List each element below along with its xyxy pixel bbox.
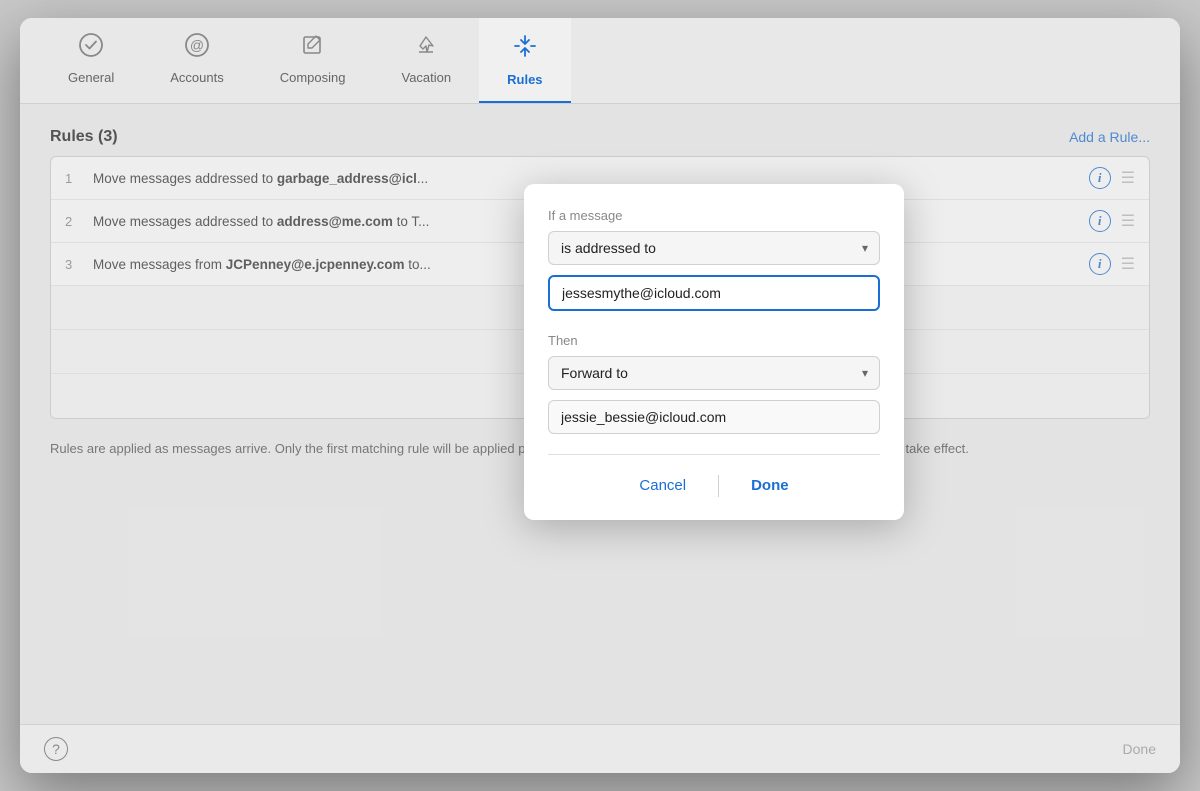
- bottom-bar: ? Done: [20, 724, 1180, 773]
- button-divider: [718, 475, 719, 497]
- cancel-button[interactable]: Cancel: [615, 471, 710, 500]
- accounts-icon: @: [184, 32, 210, 64]
- tab-vacation[interactable]: Vacation: [374, 18, 480, 103]
- action-select-wrapper: Forward to Move to Mark as Delete ▾: [548, 356, 880, 390]
- action-email-input[interactable]: [548, 400, 880, 434]
- tab-composing-label: Composing: [280, 70, 346, 85]
- vacation-icon: [413, 32, 439, 64]
- tab-rules-label: Rules: [507, 72, 542, 87]
- rule-editor-modal: If a message is addressed to is from is …: [524, 184, 904, 520]
- tab-accounts-label: Accounts: [170, 70, 223, 85]
- condition-select-wrapper: is addressed to is from is not from has …: [548, 231, 880, 265]
- tab-composing[interactable]: Composing: [252, 18, 374, 103]
- condition-email-input[interactable]: [548, 275, 880, 311]
- help-button[interactable]: ?: [44, 737, 68, 761]
- main-content: Rules (3) Add a Rule... 1 Move messages …: [20, 104, 1180, 724]
- then-label: Then: [548, 333, 880, 348]
- tab-accounts[interactable]: @ Accounts: [142, 18, 251, 103]
- done-button[interactable]: Done: [727, 471, 813, 500]
- tab-general-label: General: [68, 70, 114, 85]
- tab-vacation-label: Vacation: [402, 70, 452, 85]
- bottom-done-button[interactable]: Done: [1123, 741, 1156, 757]
- general-icon: [78, 32, 104, 64]
- settings-window: General @ Accounts Composing: [20, 18, 1180, 773]
- rules-icon: [511, 32, 539, 66]
- tab-general[interactable]: General: [40, 18, 142, 103]
- help-icon: ?: [52, 741, 60, 757]
- tab-bar: General @ Accounts Composing: [20, 18, 1180, 104]
- condition-select[interactable]: is addressed to is from is not from has …: [548, 231, 880, 265]
- composing-icon: [300, 32, 326, 64]
- svg-text:@: @: [190, 37, 204, 53]
- if-label: If a message: [548, 208, 880, 223]
- tab-rules[interactable]: Rules: [479, 18, 570, 103]
- action-select[interactable]: Forward to Move to Mark as Delete: [548, 356, 880, 390]
- modal-buttons: Cancel Done: [548, 454, 880, 500]
